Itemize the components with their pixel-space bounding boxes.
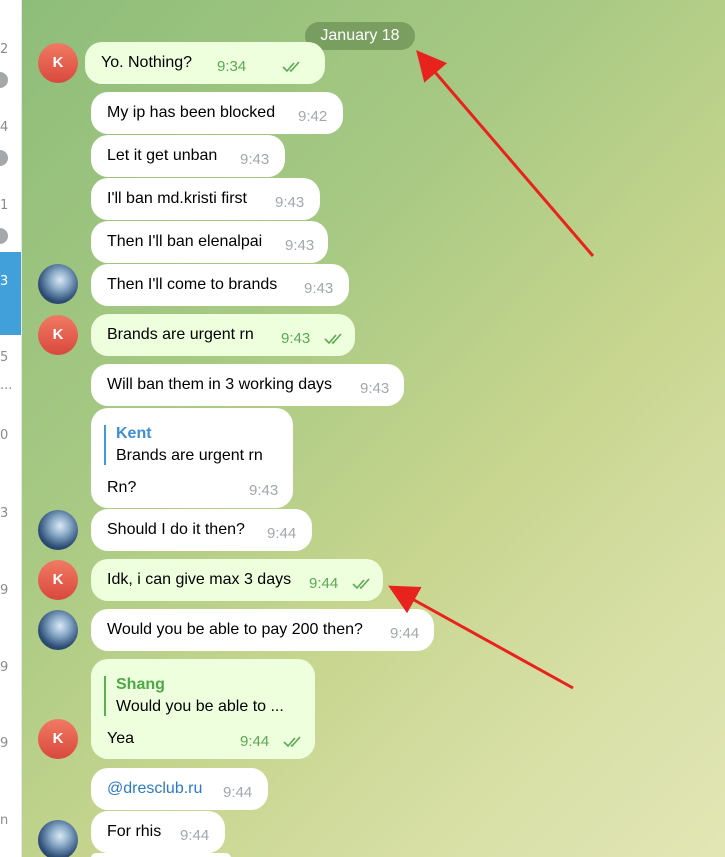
unread-dot <box>0 150 8 166</box>
chat-list-count: 3 <box>0 274 9 289</box>
chat-list-count: 0 <box>0 428 9 443</box>
red-arrow-annotation <box>388 50 595 690</box>
unread-dot <box>0 228 8 244</box>
chat-list-count: ... <box>0 378 13 393</box>
chat-list-count: 3 <box>0 506 9 521</box>
chat-list-count: 9 <box>0 660 9 675</box>
chat-list-count: 9 <box>0 736 9 751</box>
chat-list-count: 2 <box>0 42 9 57</box>
chat-list-strip: 2 4 1 3 5 ... 0 3 9 9 9 n <box>0 0 22 857</box>
selected-chat-item[interactable]: 3 <box>0 252 21 335</box>
chat-list-count: 9 <box>0 583 9 598</box>
chat-area[interactable]: January 18 Yo. Nothing? 9:34 My ip has b… <box>22 0 725 857</box>
chat-list-count: 4 <box>0 120 9 135</box>
chat-list-count: 5 <box>0 350 9 365</box>
chat-list-count: 1 <box>0 198 9 213</box>
unread-dot <box>0 72 8 88</box>
chat-list-count: n <box>0 813 9 828</box>
